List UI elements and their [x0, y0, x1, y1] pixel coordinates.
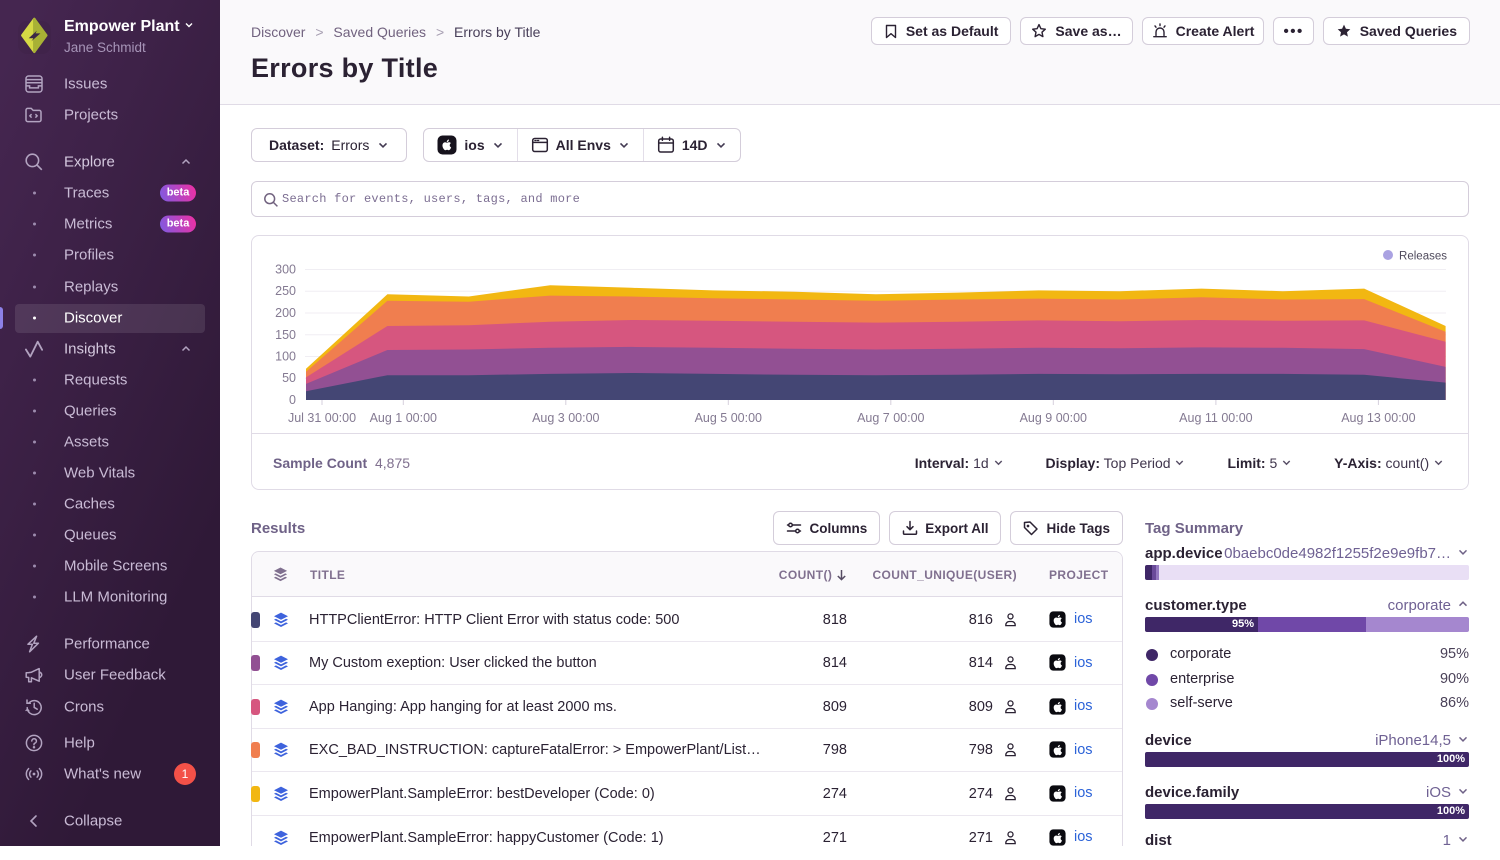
svg-text:Releases: Releases [1399, 251, 1447, 263]
svg-text:Aug 7 00:00: Aug 7 00:00 [857, 411, 924, 425]
svg-text:100: 100 [275, 350, 296, 364]
svg-text:Aug 3 00:00: Aug 3 00:00 [532, 411, 599, 425]
svg-text:Jul 31 00:00: Jul 31 00:00 [288, 411, 356, 425]
svg-text:0: 0 [289, 393, 296, 407]
svg-text:Aug 9 00:00: Aug 9 00:00 [1020, 411, 1087, 425]
svg-text:Aug 11 00:00: Aug 11 00:00 [1179, 411, 1252, 425]
svg-text:150: 150 [275, 328, 296, 342]
svg-text:300: 300 [275, 263, 296, 277]
svg-text:Aug 1 00:00: Aug 1 00:00 [370, 411, 437, 425]
svg-text:50: 50 [282, 371, 296, 385]
svg-text:250: 250 [275, 284, 296, 298]
svg-text:Aug 5 00:00: Aug 5 00:00 [695, 411, 762, 425]
svg-text:Aug 13 00:00: Aug 13 00:00 [1341, 411, 1415, 425]
svg-text:200: 200 [275, 306, 296, 320]
